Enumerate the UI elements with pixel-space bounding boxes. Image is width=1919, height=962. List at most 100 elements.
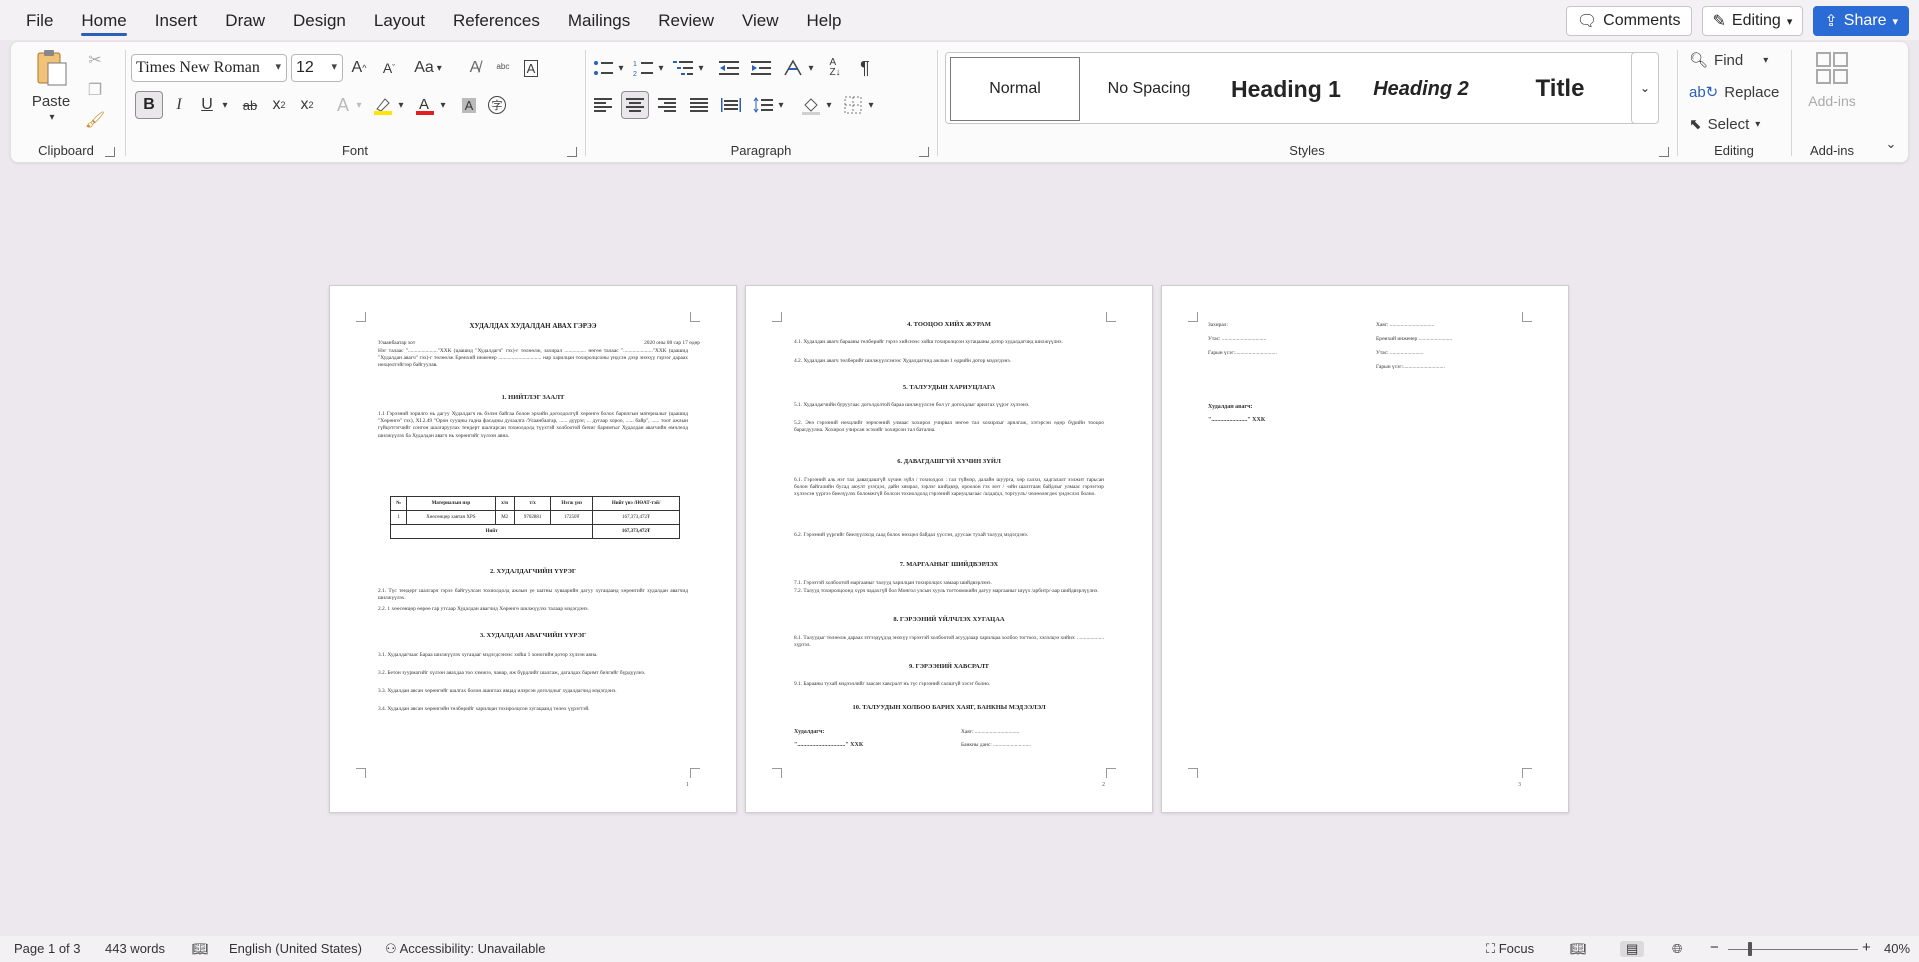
menu-layout[interactable]: Layout xyxy=(360,0,439,40)
addins-button[interactable]: Add-ins xyxy=(1793,92,1871,110)
justify-icon[interactable] xyxy=(687,93,711,117)
accessibility-status[interactable]: ⚇ Accessibility: Unavailable xyxy=(385,941,546,957)
table-cell: 167,373,472₮ xyxy=(592,510,680,525)
menu-file[interactable]: File xyxy=(0,0,67,40)
align-center-icon[interactable] xyxy=(621,91,649,119)
document-page-2[interactable]: 4. ТООЦОО ХИЙХ ЖУРАМ 4.1. Худалдан авагч… xyxy=(745,285,1153,813)
menu-references[interactable]: References xyxy=(439,0,554,40)
chevron-down-icon[interactable]: ▾ xyxy=(655,59,667,77)
web-layout-icon[interactable]: 🌐︎ xyxy=(1672,941,1682,957)
paragraph-launcher-icon[interactable] xyxy=(919,147,929,157)
menu-draw[interactable]: Draw xyxy=(211,0,279,40)
share-button[interactable]: ⇪ Share ▾ xyxy=(1813,6,1909,36)
chevron-down-icon[interactable]: ▾ xyxy=(45,110,59,124)
enclose-characters-icon[interactable]: 字 xyxy=(485,93,509,117)
show-formatting-marks-icon[interactable]: ¶ xyxy=(853,56,877,80)
menu-review[interactable]: Review xyxy=(644,0,728,40)
zoom-slider-thumb[interactable] xyxy=(1748,942,1752,956)
format-painter-icon[interactable]: 🖌 xyxy=(85,110,105,130)
line-spacing-icon[interactable] xyxy=(751,93,775,117)
buyer-label: Худалдан авагч: xyxy=(1208,404,1253,410)
multilevel-list-icon[interactable] xyxy=(671,56,695,80)
styles-launcher-icon[interactable] xyxy=(1659,147,1669,157)
menu-help[interactable]: Help xyxy=(793,0,856,40)
superscript-button[interactable]: x2 xyxy=(295,93,319,117)
focus-button[interactable]: ⛶ Focus xyxy=(1486,941,1534,957)
text-direction-icon[interactable] xyxy=(781,56,805,80)
replace-button[interactable]: ab↻ Replace xyxy=(1689,80,1785,104)
section-heading: 6. ДАВАГДАШГҮЙ ХҮЧИН ЗҮЙЛ xyxy=(897,458,1001,465)
paragraph-label: Paragraph xyxy=(730,143,792,158)
cut-icon[interactable]: ✂ xyxy=(85,50,105,70)
chevron-down-icon[interactable]: ▾ xyxy=(775,96,787,114)
document-page-1[interactable]: ХУДАЛДАХ ХУДАЛДАН АВАХ ГЭРЭЭ Улаанбаатар… xyxy=(329,285,737,813)
page-count[interactable]: Page 1 of 3 xyxy=(14,941,81,956)
text-effects-abc-icon[interactable]: ᵃᵇᶜ xyxy=(491,56,515,80)
numbering-icon[interactable]: 12 xyxy=(631,56,655,80)
language-status[interactable]: English (United States) xyxy=(229,941,362,956)
paste-button[interactable]: Paste xyxy=(25,92,77,110)
doc-paragraph: 3.4. Худалдан авсан хөрөнгийн төлбөрийг … xyxy=(378,706,590,712)
paste-icon[interactable] xyxy=(31,48,71,88)
highlight-color-icon[interactable] xyxy=(371,93,395,117)
zoom-level[interactable]: 40% xyxy=(1884,941,1910,956)
find-button[interactable]: 🔍︎ Find ▾ xyxy=(1689,48,1785,72)
addins-grid-icon[interactable] xyxy=(1815,50,1849,86)
document-page-3[interactable]: Захирал: Утас: .........................… xyxy=(1161,285,1569,813)
font-size-select[interactable]: 12 ▾ xyxy=(291,54,343,82)
menu-home[interactable]: Home xyxy=(67,0,140,40)
bullets-icon[interactable] xyxy=(591,56,615,80)
grow-font-icon[interactable]: A ^ xyxy=(347,56,371,80)
chevron-down-icon[interactable]: ▾ xyxy=(219,96,231,114)
menu-view[interactable]: View xyxy=(728,0,793,40)
copy-icon[interactable]: ❐ xyxy=(85,80,105,100)
chevron-down-icon[interactable]: ▾ xyxy=(615,59,627,77)
menu-insert[interactable]: Insert xyxy=(141,0,212,40)
text-effects-icon[interactable]: A xyxy=(331,93,355,117)
select-button[interactable]: ⬉ Select ▾ xyxy=(1689,112,1785,136)
print-layout-icon[interactable]: ▤ xyxy=(1620,941,1645,957)
read-mode-icon[interactable]: 📖︎ xyxy=(1570,941,1587,957)
strikethrough-button[interactable]: ab xyxy=(237,93,263,117)
shrink-font-icon[interactable]: Aˇ xyxy=(377,56,401,80)
editing-mode-button[interactable]: ✎ Editing ▾ xyxy=(1701,6,1804,36)
chevron-down-icon[interactable]: ▾ xyxy=(805,59,817,77)
chevron-down-icon[interactable]: ▾ xyxy=(395,96,407,114)
bold-button[interactable]: B xyxy=(135,91,163,119)
divider xyxy=(937,50,938,156)
menu-design[interactable]: Design xyxy=(279,0,360,40)
table-total-row: Нийт 167,373,472₮ xyxy=(389,524,680,539)
italic-button[interactable]: I xyxy=(167,93,191,117)
chevron-down-icon[interactable]: ▾ xyxy=(695,59,707,77)
shading-icon[interactable] xyxy=(799,93,823,117)
sort-icon[interactable]: A Z↓ xyxy=(823,56,847,80)
clipboard-launcher-icon[interactable] xyxy=(105,147,115,157)
subscript-button[interactable]: x2 xyxy=(267,93,291,117)
proofing-icon[interactable]: 📖︎ xyxy=(192,941,209,957)
decrease-indent-icon[interactable] xyxy=(717,56,741,80)
character-border-icon[interactable]: A xyxy=(519,56,543,80)
increase-indent-icon[interactable] xyxy=(749,56,773,80)
chevron-down-icon[interactable]: ▾ xyxy=(823,96,835,114)
change-case-button[interactable]: Aa ▾ xyxy=(407,56,449,80)
chevron-down-icon[interactable]: ▾ xyxy=(865,96,877,114)
comments-button[interactable]: 🗨 Comments xyxy=(1565,6,1692,36)
zoom-out-icon[interactable]: − xyxy=(1710,939,1719,956)
zoom-in-icon[interactable]: + xyxy=(1862,939,1871,956)
borders-icon[interactable] xyxy=(841,93,865,117)
chevron-down-icon[interactable]: ▾ xyxy=(437,96,449,114)
clear-formatting-icon[interactable]: A̸ xyxy=(463,56,487,80)
align-left-icon[interactable] xyxy=(591,93,615,117)
align-right-icon[interactable] xyxy=(655,93,679,117)
font-color-icon[interactable]: A xyxy=(413,93,437,117)
svg-text:2: 2 xyxy=(633,71,637,77)
collapse-ribbon-icon[interactable]: ⌄ xyxy=(1881,134,1901,154)
font-launcher-icon[interactable] xyxy=(567,147,577,157)
font-family-select[interactable]: Times New Roman ▾ xyxy=(131,54,287,82)
chevron-down-icon[interactable]: ▾ xyxy=(353,96,365,114)
word-count[interactable]: 443 words xyxy=(105,941,165,956)
menu-mailings[interactable]: Mailings xyxy=(554,0,644,40)
distributed-icon[interactable] xyxy=(719,93,743,117)
character-shading-icon[interactable]: A xyxy=(457,93,481,117)
underline-button[interactable]: U xyxy=(195,93,219,117)
